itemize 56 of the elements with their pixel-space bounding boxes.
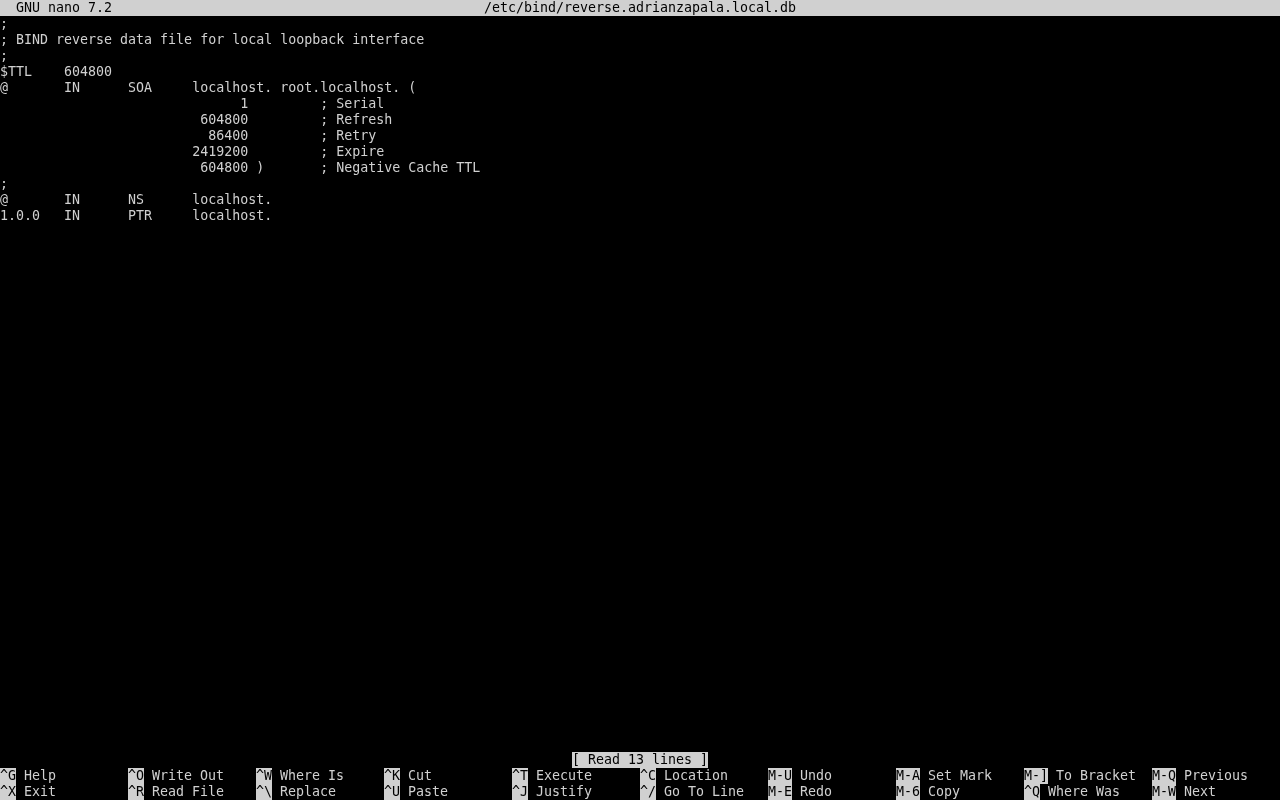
shortcut-key: M-Q [1152,768,1177,784]
file-path: /etc/bind/reverse.adrianzapala.local.db [483,0,797,16]
code-line: ; [0,16,8,31]
shortcut-key: M-E [768,784,793,800]
code-line: @ IN NS localhost. [0,192,273,207]
shortcut-label: Go To Line [664,784,745,800]
shortcut-label: Where Is [280,768,345,784]
code-line: @ IN SOA localhost. root.localhost. ( [0,80,417,95]
code-line: ; BIND reverse data file for local loopback interface [0,32,425,47]
shortcut-key: M-U [768,768,793,784]
code-line: ; [0,176,8,191]
code-line: 86400 ; Retry [207,128,377,143]
code-line: 1.0.0 IN PTR localhost. [0,208,273,223]
shortcut-key: ^R [128,784,144,800]
shortcut-key: ^K [384,768,400,784]
shortcut-key: M-] [1024,768,1049,784]
shortcut-key: ^\ [256,784,272,800]
shortcut-key: ^J [512,784,528,800]
shortcut-label: Exit [24,784,57,800]
code-line: 604800 ) ; Negative Cache TTL [199,160,481,175]
shortcut-label: Write Out [152,768,225,784]
shortcut-label: Location [664,768,729,784]
shortcut-label: Replace [280,784,337,800]
shortcut-label: Redo [800,784,833,800]
shortcut-label: Execute [536,768,593,784]
shortcut-label: Cut [408,768,433,784]
shortcut-label: Next [1184,784,1217,800]
shortcut-label: Undo [800,768,833,784]
shortcut-label: Paste [408,784,449,800]
shortcut-label: Where Was [1048,784,1121,800]
shortcut-label: Read File [152,784,225,800]
shortcut-label: Justify [536,784,593,800]
status-message: [ Read 13 lines ] [571,752,709,768]
shortcut-key: ^/ [640,784,656,800]
shortcut-label: Previous [1184,768,1249,784]
shortcut-key: ^O [128,768,144,784]
shortcut-key: ^C [640,768,656,784]
shortcut-key: M-A [896,768,921,784]
shortcut-key: ^U [384,784,400,800]
shortcut-key: M-6 [896,784,921,800]
shortcut-label: Copy [928,784,961,800]
code-line: 1 ; Serial [239,96,385,111]
shortcut-label: Set Mark [928,768,993,784]
code-line: 604800 ; Refresh [199,112,393,127]
shortcut-key: ^G [0,768,16,784]
shortcut-key: ^X [0,784,16,800]
shortcut-key: ^W [256,768,272,784]
shortcut-key: ^T [512,768,528,784]
shortcut-label: Help [24,768,57,784]
code-line: $TTL 604800 [0,64,113,79]
shortcut-label: To Bracket [1056,768,1137,784]
app-version: GNU nano 7.2 [16,0,113,16]
code-line: 2419200 ; Expire [191,144,385,159]
shortcut-key: M-W [1152,784,1177,800]
shortcut-key: ^Q [1024,784,1040,800]
code-line: ; [0,48,8,63]
